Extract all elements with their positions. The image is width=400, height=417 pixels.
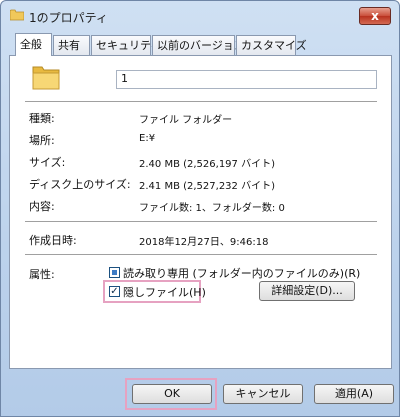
created-label: 作成日時:	[29, 234, 77, 247]
window-title: 1のプロパティ	[29, 11, 108, 25]
tab-customize[interactable]: カスタマイズ	[236, 35, 307, 55]
size-value: 2.40 MB (2,526,197 バイト)	[139, 159, 275, 170]
readonly-checkbox[interactable]	[109, 267, 120, 278]
properties-dialog: 1のプロパティ x 全般 共有 セキュリティ 以前のバージョン カスタマイズ 1…	[0, 0, 400, 417]
created-value: 2018年12月27日、9:46:18	[139, 237, 269, 248]
title-bar[interactable]: 1のプロパティ x	[1, 1, 399, 31]
type-label: 種類:	[29, 112, 55, 125]
readonly-label[interactable]: 読み取り専用 (フォルダー内のファイルのみ)(R)	[123, 265, 360, 281]
type-value: ファイル フォルダー	[139, 115, 233, 126]
location-value: E:¥	[139, 133, 156, 144]
divider	[25, 101, 377, 102]
close-icon: x	[371, 9, 379, 23]
contents-label: 内容:	[29, 200, 55, 213]
contents-value: ファイル数: 1、フォルダー数: 0	[139, 203, 285, 214]
size-label: サイズ:	[29, 156, 66, 169]
tab-sharing[interactable]: 共有	[53, 35, 90, 55]
tab-general[interactable]: 全般	[15, 33, 52, 56]
checkmark-icon: ✓	[110, 286, 119, 297]
location-label: 場所:	[29, 134, 55, 147]
apply-button[interactable]: 適用(A)	[314, 384, 394, 404]
tab-previous-versions[interactable]: 以前のバージョン	[152, 35, 245, 55]
size-on-disk-value: 2.41 MB (2,527,232 バイト)	[139, 181, 275, 192]
advanced-button[interactable]: 詳細設定(D)...	[259, 281, 355, 301]
cancel-button[interactable]: キャンセル	[223, 384, 303, 404]
hidden-checkbox[interactable]: ✓	[109, 286, 120, 297]
divider	[25, 221, 377, 222]
folder-icon	[32, 66, 60, 90]
folder-name-input[interactable]: 1	[116, 70, 377, 89]
close-button[interactable]: x	[359, 7, 391, 25]
hidden-label[interactable]: 隠しファイル(H)	[123, 284, 206, 300]
attributes-label: 属性:	[29, 268, 55, 281]
size-on-disk-label: ディスク上のサイズ:	[29, 178, 131, 191]
folder-icon	[10, 9, 24, 21]
divider	[25, 254, 377, 255]
tab-security[interactable]: セキュリティ	[91, 35, 161, 55]
ok-button[interactable]: OK	[132, 384, 212, 404]
